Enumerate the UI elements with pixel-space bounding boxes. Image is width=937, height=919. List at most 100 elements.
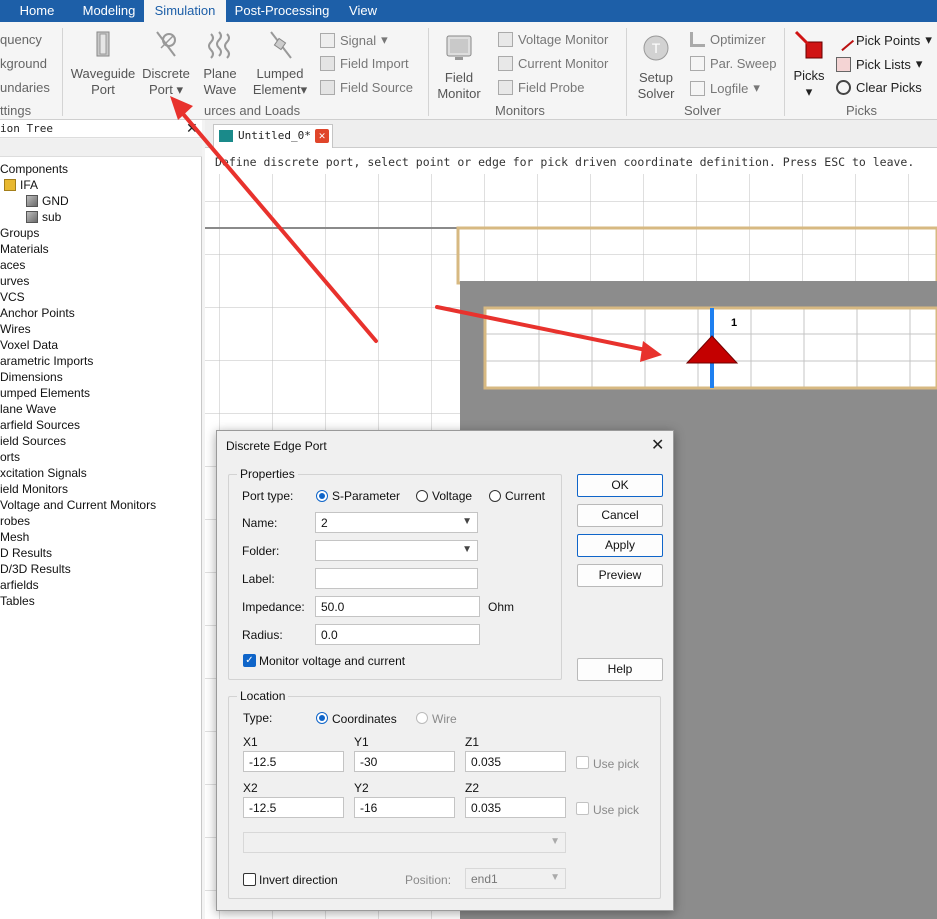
- par-sweep-button[interactable]: Par. Sweep: [690, 56, 777, 71]
- z2-input[interactable]: 0.035: [465, 797, 566, 818]
- tree-item[interactable]: ield Monitors: [0, 482, 68, 496]
- apply-button[interactable]: Apply: [577, 534, 663, 557]
- ribbon-item-background[interactable]: kground: [0, 56, 47, 71]
- plane-wave-button[interactable]: Plane Wave: [196, 28, 244, 98]
- tree-item[interactable]: xcitation Signals: [0, 466, 87, 480]
- tab-simulation[interactable]: Simulation: [144, 0, 226, 22]
- tree-item[interactable]: Mesh: [0, 530, 29, 544]
- tree-item[interactable]: VCS: [0, 290, 25, 304]
- field-source-button[interactable]: Field Source: [320, 80, 413, 95]
- port-type-sparameter-radio[interactable]: [316, 490, 328, 502]
- clear-picks-button[interactable]: Clear Picks: [836, 80, 922, 95]
- impedance-unit: Ohm: [488, 600, 515, 614]
- tree-item[interactable]: orts: [0, 450, 20, 464]
- x2-input[interactable]: -12.5: [243, 797, 344, 818]
- tree-item[interactable]: Materials: [0, 242, 49, 256]
- use-pick-1-checkbox[interactable]: [576, 756, 589, 769]
- close-icon[interactable]: ✕: [186, 120, 198, 137]
- field-probe-icon: [498, 80, 513, 95]
- y1-input[interactable]: -30: [354, 751, 455, 772]
- tab-post-processing[interactable]: Post-Processing: [226, 0, 338, 22]
- chevron-down-icon: ▾: [805, 84, 813, 99]
- ribbon-item-boundaries[interactable]: undaries: [0, 80, 50, 95]
- tree-item[interactable]: urves: [0, 274, 29, 288]
- waveguide-port-icon: [96, 31, 110, 57]
- ribbon-item-frequency[interactable]: quency: [0, 32, 42, 47]
- invert-direction-checkbox[interactable]: [243, 873, 256, 886]
- chevron-down-icon: ▾: [925, 32, 932, 47]
- tree-item[interactable]: lane Wave: [0, 402, 56, 416]
- tree-item[interactable]: arfields: [0, 578, 39, 592]
- document-tab-untitled[interactable]: Untitled_0* ✕: [213, 124, 333, 148]
- setup-solver-icon: T: [643, 35, 669, 61]
- use-pick-2-checkbox[interactable]: [576, 802, 589, 815]
- z1-input[interactable]: 0.035: [465, 751, 566, 772]
- help-button[interactable]: Help: [577, 658, 663, 681]
- field-monitor-button[interactable]: Field Monitor: [434, 32, 484, 102]
- close-icon[interactable]: ✕: [315, 129, 329, 143]
- tree-item[interactable]: sub: [26, 210, 61, 224]
- y2-input[interactable]: -16: [354, 797, 455, 818]
- project-icon: [219, 130, 233, 142]
- tree-item[interactable]: Groups: [0, 226, 39, 240]
- current-monitor-button[interactable]: Current Monitor: [498, 56, 608, 71]
- tree-item[interactable]: arfield Sources: [0, 418, 80, 432]
- x1-input[interactable]: -12.5: [243, 751, 344, 772]
- field-probe-button[interactable]: Field Probe: [498, 80, 584, 95]
- tree-item[interactable]: umped Elements: [0, 386, 90, 400]
- tree-item[interactable]: Voxel Data: [0, 338, 58, 352]
- tree-item[interactable]: GND: [26, 194, 69, 208]
- picks-button[interactable]: Picks ▾: [790, 30, 828, 100]
- waveguide-port-button[interactable]: Waveguide Port: [68, 28, 138, 98]
- impedance-input[interactable]: 50.0: [315, 596, 480, 617]
- tree-search-input[interactable]: [0, 139, 202, 157]
- setup-solver-button[interactable]: T Setup Solver: [632, 32, 680, 102]
- radius-input[interactable]: 0.0: [315, 624, 480, 645]
- tree-item[interactable]: Voltage and Current Monitors: [0, 498, 156, 512]
- chevron-down-icon: ▼: [550, 872, 560, 883]
- field-monitor-icon: [446, 35, 472, 60]
- discrete-port-button[interactable]: Discrete Port ▾: [138, 28, 194, 98]
- optimizer-button[interactable]: Optimizer: [690, 32, 766, 47]
- pick-lists-button[interactable]: Pick Lists ▾: [836, 56, 922, 72]
- folder-combobox[interactable]: ▼: [315, 540, 478, 561]
- label-input[interactable]: [315, 568, 478, 589]
- ok-button[interactable]: OK: [577, 474, 663, 497]
- ribbon-separator: [62, 28, 63, 116]
- monitor-voltage-current-checkbox[interactable]: ✓: [243, 654, 256, 667]
- tree-item[interactable]: arametric Imports: [0, 354, 93, 368]
- invert-direction-label: Invert direction: [259, 873, 338, 887]
- preview-button[interactable]: Preview: [577, 564, 663, 587]
- lumped-element-button[interactable]: Lumped Element▾: [248, 28, 312, 98]
- tree-item[interactable]: Tables: [0, 594, 35, 608]
- wire-combobox[interactable]: ▼: [243, 832, 566, 853]
- tree-item[interactable]: aces: [0, 258, 25, 272]
- field-import-button[interactable]: Field Import: [320, 56, 409, 71]
- tree-item[interactable]: ield Sources: [0, 434, 66, 448]
- pick-points-button[interactable]: Pick Points ▾: [832, 29, 932, 51]
- logfile-button[interactable]: Logfile ▾: [690, 80, 760, 96]
- discrete-port-icon: [156, 31, 176, 57]
- close-icon[interactable]: ✕: [651, 435, 664, 455]
- tree-item[interactable]: D/3D Results: [0, 562, 71, 576]
- tab-view[interactable]: View: [338, 0, 388, 22]
- cancel-button[interactable]: Cancel: [577, 504, 663, 527]
- tree-item[interactable]: robes: [0, 514, 30, 528]
- voltage-monitor-button[interactable]: Voltage Monitor: [498, 32, 608, 47]
- location-type-wire-radio[interactable]: [416, 712, 428, 724]
- tree-item[interactable]: Wires: [0, 322, 31, 336]
- y2-label: Y2: [354, 781, 369, 795]
- tree-item[interactable]: IFA: [4, 178, 38, 192]
- tree-item[interactable]: Components: [0, 162, 68, 176]
- tab-modeling[interactable]: Modeling: [74, 0, 144, 22]
- tree-item[interactable]: D Results: [0, 546, 52, 560]
- signal-button[interactable]: Signal ▾: [320, 32, 388, 48]
- location-type-coordinates-radio[interactable]: [316, 712, 328, 724]
- name-combobox[interactable]: 2 ▼: [315, 512, 478, 533]
- port-type-voltage-radio[interactable]: [416, 490, 428, 502]
- position-combobox[interactable]: end1 ▼: [465, 868, 566, 889]
- tree-item[interactable]: Dimensions: [0, 370, 63, 384]
- tree-item[interactable]: Anchor Points: [0, 306, 75, 320]
- port-type-current-radio[interactable]: [489, 490, 501, 502]
- tab-home[interactable]: Home: [0, 0, 74, 22]
